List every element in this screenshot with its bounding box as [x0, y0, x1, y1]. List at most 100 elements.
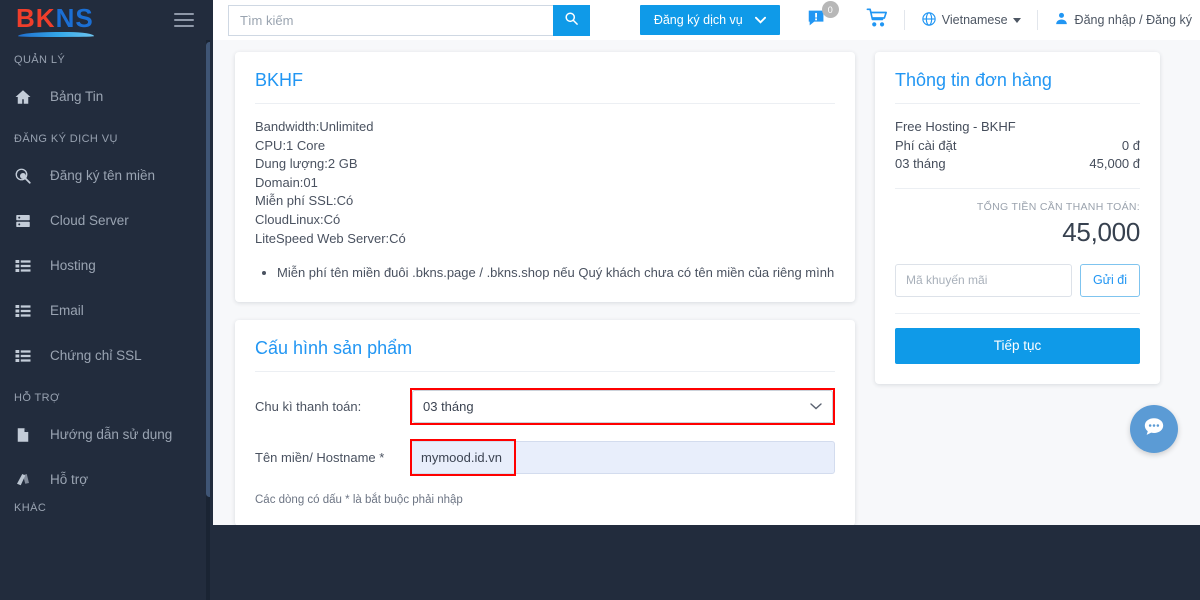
order-row-value: 0 đ: [1121, 137, 1140, 153]
user-icon: [1054, 11, 1069, 29]
hostname-input[interactable]: [410, 441, 835, 475]
chat-widget-button[interactable]: [1130, 405, 1178, 453]
search-button[interactable]: [553, 4, 590, 36]
search-input[interactable]: [228, 4, 553, 36]
shopping-cart-icon: [866, 7, 888, 33]
domain-search-icon: [14, 167, 50, 185]
divider: [1036, 10, 1038, 30]
billing-cycle-highlight: 03 tháng: [410, 388, 835, 426]
sidebar-item-cloud-server[interactable]: Cloud Server: [0, 198, 210, 243]
config-title: Cấu hình sản phẩm: [255, 338, 413, 359]
logo-text-ns: NS: [55, 2, 94, 33]
logo-swoosh: [18, 31, 94, 37]
sidebar-scrollbar-thumb[interactable]: [206, 42, 210, 497]
notifications-button[interactable]: 0: [806, 1, 839, 33]
sidebar-section-title-quan-ly: QUẢN LÝ: [14, 54, 66, 66]
product-bullets: Miễn phí tên miền đuôi .bkns.page / .bkn…: [255, 264, 835, 282]
promo-code-row: Gửi đi: [895, 263, 1140, 297]
order-product-name: Free Hosting - BKHF: [895, 119, 1016, 134]
required-fields-note: Các dòng có dấu * là bắt buộc phải nhập: [255, 494, 463, 507]
cart-button[interactable]: [866, 7, 888, 34]
sidebar-section-title-ho-tro: HỖ TRỢ: [14, 392, 60, 404]
order-row: 03 tháng 45,000 đ: [895, 155, 1140, 174]
spec-line: CloudLinux:Có: [255, 211, 341, 227]
left-column: BKHF Bandwidth:Unlimited CPU:1 Core Dung…: [235, 52, 855, 525]
sidebar-item-huong-dan-su-dung[interactable]: Hướng dẫn sử dụng: [0, 412, 210, 457]
search-box: [228, 4, 590, 36]
divider: [255, 103, 835, 104]
list-icon: [14, 257, 50, 275]
sidebar-item-label: Hướng dẫn sử dụng: [50, 427, 173, 442]
chat-bubble-icon: [1140, 413, 1168, 446]
divider: [895, 187, 1140, 189]
sidebar-item-label: Hosting: [50, 258, 96, 273]
billing-cycle-value: 03 tháng: [423, 399, 474, 415]
sidebar-item-label: Chứng chỉ SSL: [50, 348, 142, 363]
content-area: BKHF Bandwidth:Unlimited CPU:1 Core Dung…: [213, 40, 1200, 525]
order-row-label: Phí cài đặt: [895, 137, 957, 153]
right-column: Thông tin đơn hàng Free Hosting - BKHF P…: [875, 52, 1160, 384]
spec-line: LiteSpeed Web Server:Có: [255, 230, 406, 246]
billing-cycle-select[interactable]: 03 tháng: [412, 390, 833, 424]
language-label: Vietnamese: [941, 13, 1008, 27]
hostname-label: Tên miền/ Hostname *: [255, 450, 385, 466]
topbar-actions: Đăng ký dịch vụ 0 Vietnamese Đăng nhập /…: [639, 0, 1192, 40]
product-card: BKHF Bandwidth:Unlimited CPU:1 Core Dung…: [235, 52, 855, 303]
notification-badge: 0: [821, 1, 839, 18]
product-title: BKHF: [255, 70, 304, 90]
promo-submit-button[interactable]: Gửi đi: [1080, 263, 1140, 297]
promo-code-input[interactable]: [895, 263, 1072, 297]
hamburger-menu-icon[interactable]: [174, 9, 194, 31]
sidebar-item-chung-chi-ssl[interactable]: Chứng chỉ SSL: [0, 333, 210, 378]
app-root: BKNS QUẢN LÝ Bảng Tin ĐĂNG KÝ DỊCH VỤ Đă…: [0, 0, 1200, 600]
order-row-label: 03 tháng: [895, 156, 946, 172]
sidebar-item-label: Bảng Tin: [50, 89, 104, 104]
register-service-button[interactable]: Đăng ký dịch vụ: [639, 5, 780, 35]
topbar: Đăng ký dịch vụ: [213, 0, 1200, 40]
spec-line: Bandwidth:Unlimited: [255, 119, 374, 134]
bkns-logo[interactable]: BKNS: [16, 2, 94, 37]
spec-line: Dung lượng:2 GB: [255, 156, 358, 172]
globe-icon: [921, 11, 937, 30]
notification-alert-icon: [806, 10, 828, 33]
order-rows: Free Hosting - BKHF Phí cài đặt 0 đ 03 t…: [895, 118, 1140, 174]
product-specs: Bandwidth:Unlimited CPU:1 Core Dung lượn…: [255, 118, 835, 248]
hostname-field-wrap: [410, 439, 835, 477]
support-icon: [14, 471, 50, 489]
billing-cycle-row: Chu kì thanh toán: 03 tháng: [255, 388, 835, 426]
billing-cycle-label: Chu kì thanh toán:: [255, 399, 362, 415]
register-service-label: Đăng ký dịch vụ: [653, 13, 743, 27]
sidebar-item-hosting[interactable]: Hosting: [0, 243, 210, 288]
spec-line: CPU:1 Core: [255, 137, 326, 153]
account-login-link[interactable]: Đăng nhập / Đăng ký: [1054, 11, 1192, 29]
logo-text-bk: BK: [16, 2, 56, 33]
sidebar-item-bang-tin[interactable]: Bảng Tin: [0, 74, 210, 119]
divider: [903, 10, 905, 30]
divider: [895, 312, 1140, 314]
hostname-row: Tên miền/ Hostname *: [255, 439, 835, 477]
product-config-card: Cấu hình sản phẩm Chu kì thanh toán: 03 …: [235, 320, 855, 525]
divider: [255, 371, 835, 373]
sidebar-item-dang-ky-ten-mien[interactable]: Đăng ký tên miền: [0, 153, 210, 198]
divider: [895, 103, 1140, 104]
sidebar-section-title-dang-ky-dich-vu: ĐĂNG KÝ DỊCH VỤ: [14, 133, 118, 145]
sidebar-item-label: Đăng ký tên miền: [50, 168, 156, 183]
sidebar-section-title-khac: KHÁC: [14, 502, 47, 512]
chevron-down-icon: [754, 13, 766, 27]
spec-line: Domain:01: [255, 174, 318, 190]
sidebar-item-label: Email: [50, 303, 84, 318]
sidebar-item-email[interactable]: Email: [0, 288, 210, 333]
sidebar-item-ho-tro[interactable]: Hỗ trợ: [0, 457, 210, 502]
order-row: Phí cài đặt 0 đ: [895, 137, 1140, 156]
total-value: 45,000: [1062, 216, 1140, 247]
continue-button[interactable]: Tiếp tục: [895, 327, 1140, 364]
list-icon: [14, 347, 50, 365]
home-icon: [14, 88, 50, 106]
sidebar-item-label: Cloud Server: [50, 213, 129, 228]
search-icon: [564, 11, 579, 29]
sidebar: BKNS QUẢN LÝ Bảng Tin ĐĂNG KÝ DỊCH VỤ Đă…: [0, 0, 210, 600]
sidebar-header: BKNS: [0, 0, 210, 40]
language-selector[interactable]: Vietnamese: [921, 11, 1021, 30]
spec-line: Miễn phí SSL:Có: [255, 193, 354, 209]
bullet-item: Miễn phí tên miền đuôi .bkns.page / .bkn…: [277, 264, 835, 282]
